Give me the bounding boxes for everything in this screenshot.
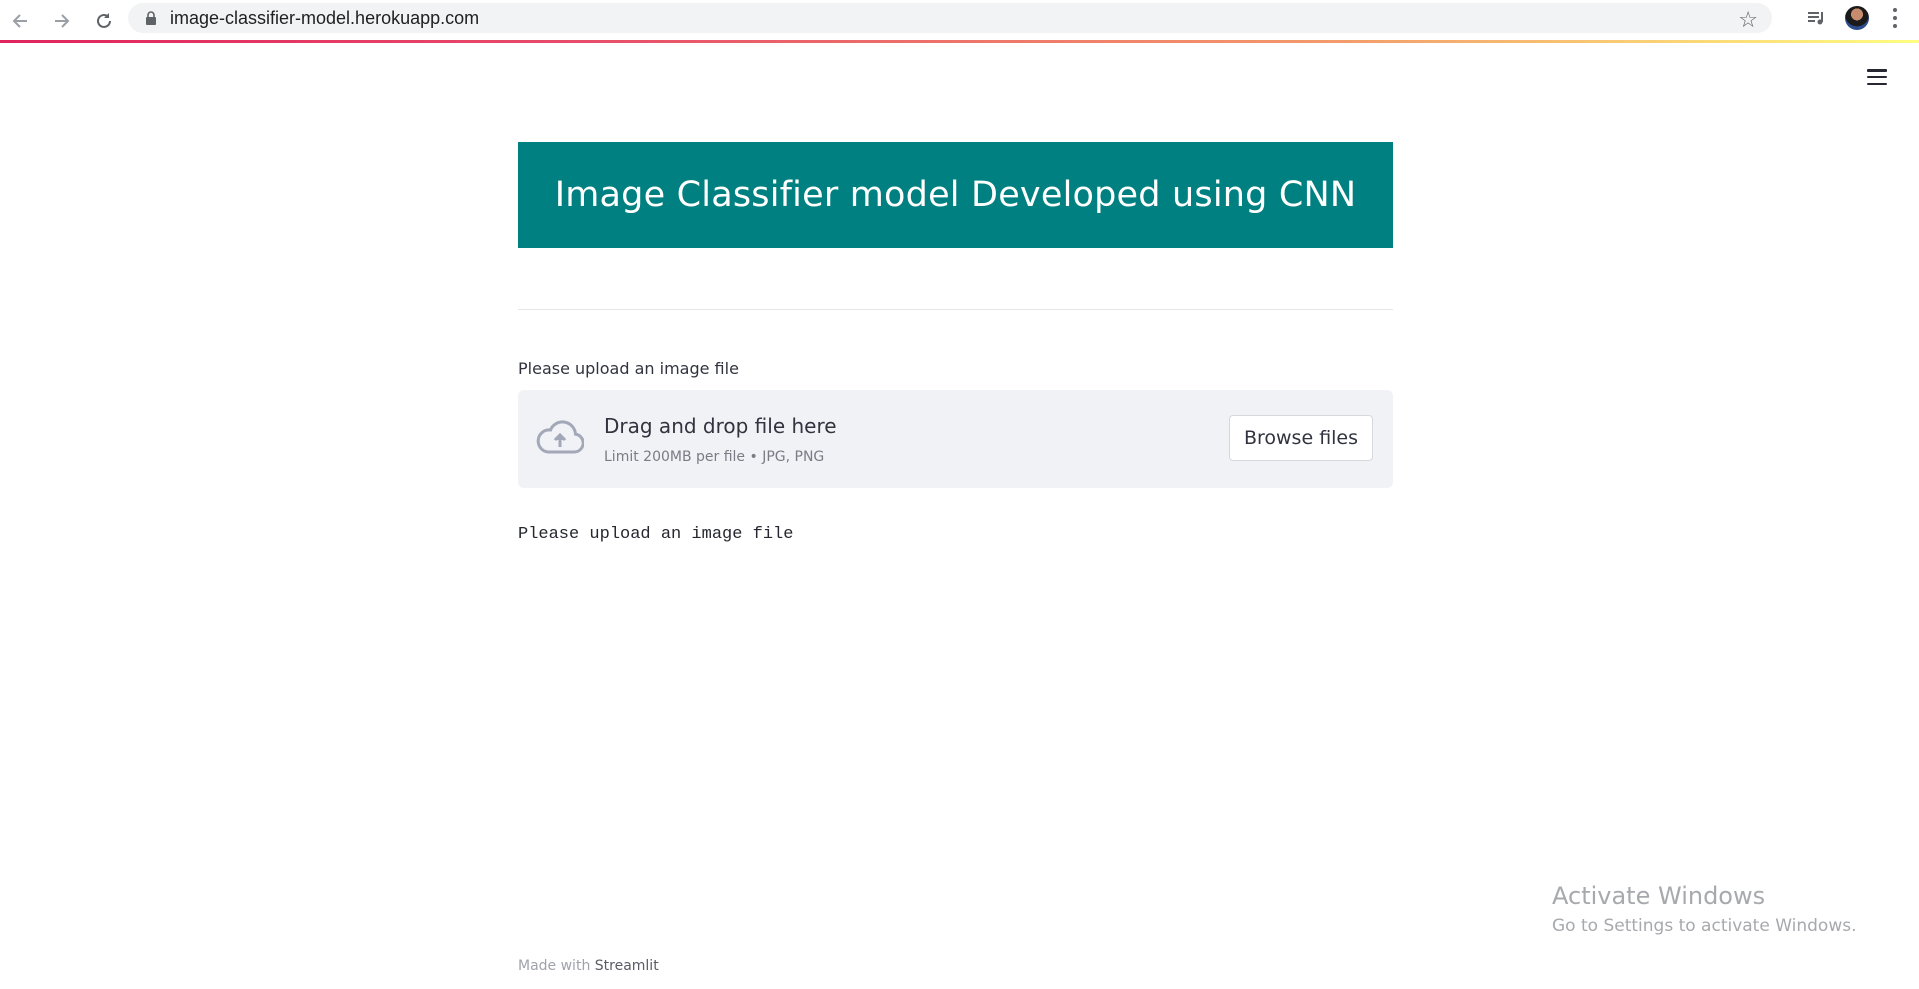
upload-label: Please upload an image file <box>518 359 739 378</box>
browser-menu-icon[interactable] <box>1885 4 1905 32</box>
forward-icon[interactable] <box>48 7 76 35</box>
divider <box>518 309 1393 310</box>
dropzone-limit-text: Limit 200MB per file • JPG, PNG <box>604 449 825 465</box>
streamlit-link[interactable]: Streamlit <box>595 958 659 974</box>
bookmark-star-icon[interactable]: ☆ <box>1738 7 1758 33</box>
footer-made-with: Made with <box>518 958 591 974</box>
media-playlist-icon[interactable] <box>1803 4 1831 32</box>
main-content: Image Classifier model Developed using C… <box>518 142 1393 544</box>
status-text: Please upload an image file <box>518 525 794 544</box>
streamlit-decoration-bar <box>0 40 1919 43</box>
back-icon[interactable] <box>6 7 34 35</box>
watermark-subtitle: Go to Settings to activate Windows. <box>1552 916 1857 936</box>
activate-windows-watermark: Activate Windows Go to Settings to activ… <box>1552 882 1857 936</box>
address-bar[interactable]: image-classifier-model.herokuapp.com ☆ <box>128 3 1772 33</box>
page-title: Image Classifier model Developed using C… <box>554 175 1357 215</box>
file-dropzone[interactable]: Drag and drop file here Limit 200MB per … <box>518 390 1393 488</box>
dropzone-title: Drag and drop file here <box>604 414 837 438</box>
reload-icon[interactable] <box>90 7 118 35</box>
footer: Made with Streamlit <box>518 958 659 974</box>
profile-avatar[interactable] <box>1845 6 1869 30</box>
browser-actions <box>1803 0 1919 36</box>
cloud-upload-icon <box>536 420 584 454</box>
browse-files-button[interactable]: Browse files <box>1229 415 1373 461</box>
lock-icon[interactable] <box>144 10 158 26</box>
url-text[interactable]: image-classifier-model.herokuapp.com <box>170 8 479 29</box>
watermark-title: Activate Windows <box>1552 882 1766 910</box>
browser-toolbar: image-classifier-model.herokuapp.com ☆ <box>0 0 1919 42</box>
title-banner: Image Classifier model Developed using C… <box>518 142 1393 248</box>
hamburger-menu-icon[interactable] <box>1867 66 1889 88</box>
